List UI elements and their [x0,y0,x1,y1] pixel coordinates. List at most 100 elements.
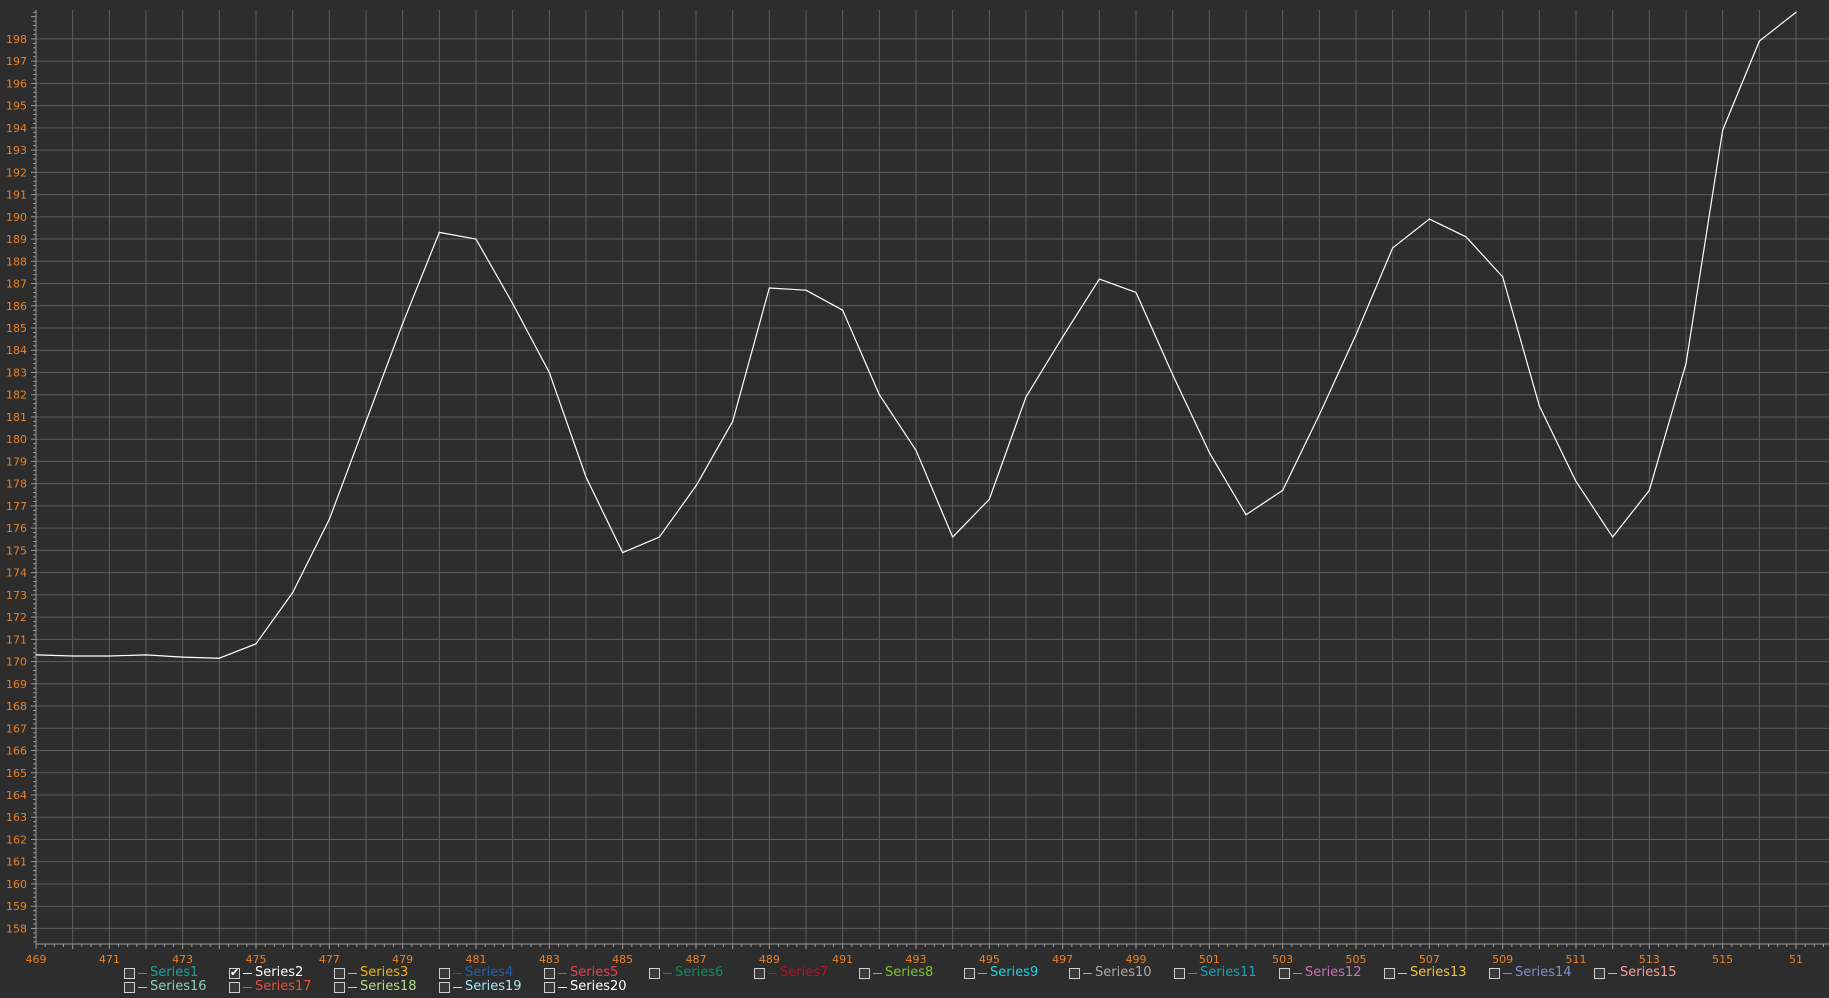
legend-item[interactable]: Series4 [439,966,513,980]
legend-checkbox[interactable] [1069,967,1080,979]
legend-swatch-icon [348,972,357,974]
legend-checkbox[interactable] [1279,967,1290,979]
legend-item[interactable]: Series7 [754,966,828,980]
legend-checkbox[interactable] [124,981,135,993]
legend-checkbox[interactable] [334,967,345,979]
data-point [1795,11,1797,13]
line-chart: 158 159 160 161 162 163 164 165 166 167 168 169 170 1… [6,10,1829,966]
legend-checkbox[interactable] [229,981,240,993]
legend-checkbox[interactable] [964,967,975,979]
legend-label: Series19 [465,979,522,994]
y-tick-label: 197 [6,55,27,68]
legend-swatch-icon [138,986,147,988]
y-tick-label: 191 [6,189,27,202]
legend-label: Series10 [1095,965,1152,980]
legend-item[interactable]: Series13 [1384,966,1467,980]
data-point [842,309,844,311]
legend-item[interactable]: Series10 [1069,966,1152,980]
legend-item[interactable]: Series18 [334,980,417,994]
y-tick-label: 182 [6,389,27,402]
legend-item[interactable]: Series20 [544,980,627,994]
y-tick-label: 184 [6,344,27,357]
legend-checkbox[interactable] [439,967,450,979]
legend-item[interactable]: Series17 [229,980,312,994]
y-tick-label: 167 [6,722,27,735]
data-point [1025,396,1027,398]
legend-checkbox[interactable] [1384,967,1395,979]
legend-checkbox[interactable] [124,967,135,979]
legend-item[interactable]: Series8 [859,966,933,980]
data-point [988,498,990,500]
legend-item[interactable]: Series5 [544,966,618,980]
legend-checkbox[interactable] [544,967,555,979]
data-point [1648,489,1650,491]
y-tick-label: 172 [6,611,27,624]
legend-item[interactable]: Series2 [229,966,303,980]
data-point [1355,334,1357,336]
data-point [108,655,110,657]
legend-label: Series13 [1410,965,1467,980]
legend-label: Series9 [990,965,1039,980]
legend-swatch-icon [243,972,252,974]
x-tick-label: 497 [1052,953,1073,966]
legend-checkbox[interactable] [334,981,345,993]
y-tick-label: 162 [6,833,27,846]
legend-swatch-icon [1398,972,1407,974]
legend-swatch-icon [138,972,147,974]
legend-item[interactable]: Series11 [1174,966,1257,980]
axes [31,10,1829,949]
legend-checkbox[interactable] [439,981,450,993]
data-point [182,656,184,658]
legend-item[interactable]: Series3 [334,966,408,980]
y-tick-label: 194 [6,122,27,135]
y-tick-label: 187 [6,278,27,291]
data-point [1208,451,1210,454]
data-point [1685,362,1687,365]
y-tick-label: 169 [6,678,27,691]
x-tick-label: 51 [1789,953,1803,966]
legend-swatch-icon [243,986,252,988]
legend-label: Series6 [675,965,724,980]
y-tick-label: 164 [6,789,27,802]
data-point [72,655,74,657]
legend-swatch-icon [768,972,777,974]
data-point [1392,247,1394,249]
x-tick-label: 483 [539,953,560,966]
y-tick-label: 195 [6,100,27,113]
legend-item[interactable]: Series1 [124,966,198,980]
data-point [1465,236,1467,238]
data-point [35,654,37,656]
x-tick-label: 471 [99,953,120,966]
legend-item[interactable]: Series16 [124,980,207,994]
legend-checkbox[interactable] [544,981,555,993]
legend-item[interactable]: Series19 [439,980,522,994]
data-point [402,322,404,325]
legend-checkbox[interactable] [1174,967,1185,979]
data-point [915,449,917,451]
legend-checkbox[interactable] [859,967,870,979]
legend-checkbox[interactable] [1594,967,1605,979]
data-point [255,643,257,645]
legend-checkbox[interactable] [754,967,765,979]
legend-label: Series7 [780,965,829,980]
legend-swatch-icon [453,972,462,974]
legend-item[interactable]: Series6 [649,966,723,980]
legend-checkbox[interactable] [649,967,660,979]
y-tick-label: 186 [6,300,27,313]
y-tick-label: 174 [6,567,27,580]
legend-label: Series5 [570,965,619,980]
data-point [512,302,514,305]
legend-item[interactable]: Series14 [1489,966,1572,980]
data-point [768,287,770,289]
legend-label: Series16 [150,979,207,994]
legend-row: Series1 Series2 Series3 Series4 Series5 Serie… [124,966,1824,980]
y-tick-label: 196 [6,77,27,90]
legend-item[interactable]: Series12 [1279,966,1362,980]
data-point [548,371,550,374]
legend-checkbox[interactable] [1489,967,1500,979]
legend-checkbox[interactable] [229,966,240,979]
legend-item[interactable]: Series15 [1594,966,1677,980]
y-tick-label: 171 [6,633,27,646]
legend-label: Series20 [570,979,627,994]
legend-item[interactable]: Series9 [964,966,1038,980]
